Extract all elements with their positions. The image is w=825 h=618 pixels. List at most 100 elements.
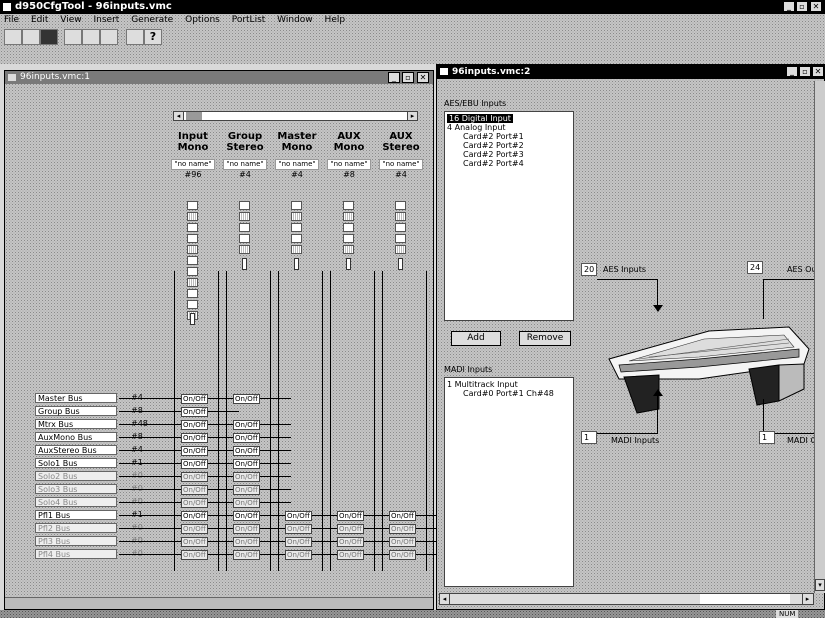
on-off-toggle[interactable]: On/Off	[181, 472, 208, 482]
madi-list-item[interactable]: Card#0 Port#1 Ch#48	[447, 389, 571, 398]
left-window-bottom-scrollbar[interactable]	[5, 597, 433, 609]
aes-list-item[interactable]: 4 Analog Input	[447, 123, 571, 132]
on-off-toggle[interactable]: On/Off	[181, 394, 208, 404]
right-close-button[interactable]: ✕	[812, 66, 824, 77]
column-name-field[interactable]: "no name"	[275, 159, 319, 170]
on-off-toggle[interactable]: On/Off	[337, 524, 364, 534]
aes-list-item[interactable]: Card#2 Port#2	[447, 141, 571, 150]
app-title-bar[interactable]: d950CfgTool - 96inputs.vmc _ ▫ ✕	[0, 0, 825, 14]
on-off-toggle[interactable]: On/Off	[337, 550, 364, 560]
on-off-toggle[interactable]: On/Off	[285, 524, 312, 534]
bus-row-label[interactable]: Master Bus	[35, 393, 117, 403]
bus-row-label[interactable]: Solo2 Bus	[35, 471, 117, 481]
bus-row-label[interactable]: Pfl3 Bus	[35, 536, 117, 546]
on-off-toggle[interactable]: On/Off	[233, 472, 260, 482]
aes-inputs-count-field[interactable]: 20	[581, 263, 597, 276]
on-off-toggle[interactable]: On/Off	[389, 537, 416, 547]
right-minimize-button[interactable]: _	[786, 66, 798, 77]
on-off-toggle[interactable]: On/Off	[389, 511, 416, 521]
aes-inputs-list[interactable]: 16 Digital Input 4 Analog Input Card#2 Por…	[444, 111, 574, 321]
on-off-toggle[interactable]: On/Off	[233, 537, 260, 547]
aes-list-item[interactable]: 16 Digital Input	[447, 114, 513, 123]
help-icon[interactable]: ?	[144, 29, 162, 45]
on-off-toggle[interactable]: On/Off	[181, 511, 208, 521]
on-off-toggle[interactable]: On/Off	[181, 498, 208, 508]
on-off-toggle[interactable]: On/Off	[337, 511, 364, 521]
on-off-toggle[interactable]: On/Off	[181, 524, 208, 534]
on-off-toggle[interactable]: On/Off	[233, 511, 260, 521]
madi-list-item[interactable]: 1 Multitrack Input	[447, 380, 571, 389]
scroll-thumb[interactable]	[700, 594, 790, 604]
column-name-field[interactable]: "no name"	[223, 159, 267, 170]
on-off-toggle[interactable]: On/Off	[181, 433, 208, 443]
on-off-toggle[interactable]: On/Off	[233, 459, 260, 469]
on-off-toggle[interactable]: On/Off	[233, 420, 260, 430]
bus-row-label[interactable]: Mtrx Bus	[35, 419, 117, 429]
bus-row-label[interactable]: Solo4 Bus	[35, 497, 117, 507]
on-off-toggle[interactable]: On/Off	[181, 459, 208, 469]
on-off-toggle[interactable]: On/Off	[233, 433, 260, 443]
on-off-toggle[interactable]: On/Off	[285, 537, 312, 547]
aes-list-item[interactable]: Card#2 Port#3	[447, 150, 571, 159]
on-off-toggle[interactable]: On/Off	[233, 550, 260, 560]
bus-row-label[interactable]: Solo1 Bus	[35, 458, 117, 468]
left-window-title-bar[interactable]: 96inputs.vmc:1 _ ▫ ✕	[5, 71, 433, 84]
left-minimize-button[interactable]: _	[388, 72, 400, 83]
bus-row-label[interactable]: Group Bus	[35, 406, 117, 416]
menu-view[interactable]: View	[60, 15, 81, 25]
menu-generate[interactable]: Generate	[131, 15, 173, 25]
scroll-left-arrow-icon[interactable]: ◂	[440, 594, 450, 604]
column-name-field[interactable]: "no name"	[171, 159, 215, 170]
on-off-toggle[interactable]: On/Off	[181, 446, 208, 456]
on-off-toggle[interactable]: On/Off	[233, 446, 260, 456]
on-off-toggle[interactable]: On/Off	[181, 420, 208, 430]
right-vertical-scrollbar[interactable]: ▾	[814, 81, 825, 593]
remove-button[interactable]: Remove	[519, 331, 571, 346]
menu-window[interactable]: Window	[277, 15, 313, 25]
cut-icon[interactable]	[64, 29, 82, 45]
on-off-toggle[interactable]: On/Off	[181, 485, 208, 495]
bus-row-label[interactable]: Pfl1 Bus	[35, 510, 117, 520]
on-off-toggle[interactable]: On/Off	[233, 524, 260, 534]
right-horizontal-scrollbar[interactable]: ◂ ▸	[439, 593, 814, 605]
menu-edit[interactable]: Edit	[31, 15, 48, 25]
print-icon[interactable]	[126, 29, 144, 45]
add-button[interactable]: Add	[451, 331, 501, 346]
bus-row-label[interactable]: AuxMono Bus	[35, 432, 117, 442]
menu-file[interactable]: File	[4, 15, 19, 25]
right-window-title-bar[interactable]: 96inputs.vmc:2 _ ▫ ✕	[437, 65, 825, 79]
copy-icon[interactable]	[82, 29, 100, 45]
bus-row-label[interactable]: Pfl4 Bus	[35, 549, 117, 559]
left-close-button[interactable]: ✕	[417, 72, 429, 83]
on-off-toggle[interactable]: On/Off	[285, 550, 312, 560]
on-off-toggle[interactable]: On/Off	[181, 550, 208, 560]
scroll-right-arrow-icon[interactable]: ▸	[407, 112, 417, 120]
open-folder-icon[interactable]	[22, 29, 40, 45]
new-file-icon[interactable]	[4, 29, 22, 45]
madi-inputs-count-field[interactable]: 1	[581, 431, 597, 444]
column-name-field[interactable]: "no name"	[379, 159, 423, 170]
scroll-right-arrow-icon[interactable]: ▸	[802, 594, 812, 604]
scroll-thumb[interactable]	[186, 112, 202, 120]
menu-help[interactable]: Help	[325, 15, 346, 25]
close-button[interactable]: ✕	[810, 1, 822, 12]
on-off-toggle[interactable]: On/Off	[389, 550, 416, 560]
on-off-toggle[interactable]: On/Off	[181, 407, 208, 417]
bus-row-label[interactable]: AuxStereo Bus	[35, 445, 117, 455]
scroll-down-arrow-icon[interactable]: ▾	[815, 579, 825, 591]
on-off-toggle[interactable]: On/Off	[233, 485, 260, 495]
aes-list-item[interactable]: Card#2 Port#4	[447, 159, 571, 168]
on-off-toggle[interactable]: On/Off	[389, 524, 416, 534]
on-off-toggle[interactable]: On/Off	[181, 537, 208, 547]
on-off-toggle[interactable]: On/Off	[337, 537, 364, 547]
horizontal-scrollbar[interactable]: ◂ ▸	[173, 111, 418, 121]
column-name-field[interactable]: "no name"	[327, 159, 371, 170]
aes-outputs-count-field[interactable]: 24	[747, 261, 763, 274]
left-maximize-button[interactable]: ▫	[402, 72, 414, 83]
on-off-toggle[interactable]: On/Off	[233, 498, 260, 508]
menu-insert[interactable]: Insert	[93, 15, 119, 25]
maximize-button[interactable]: ▫	[796, 1, 808, 12]
paste-icon[interactable]	[100, 29, 118, 45]
on-off-toggle[interactable]: On/Off	[285, 511, 312, 521]
scroll-left-arrow-icon[interactable]: ◂	[174, 112, 184, 120]
